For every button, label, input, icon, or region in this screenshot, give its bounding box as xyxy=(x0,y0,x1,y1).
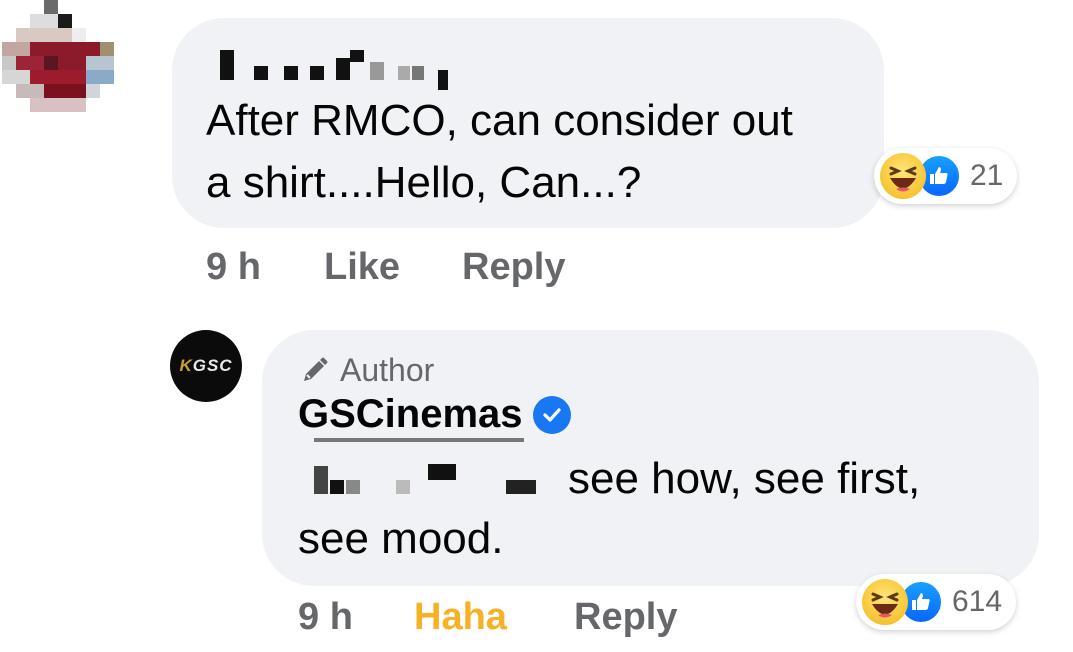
haha-reaction-icon xyxy=(862,579,908,625)
comment-text-line1: After RMCO, can consider out xyxy=(206,96,793,145)
like-link[interactable]: Like xyxy=(324,246,400,289)
commenter-name-redacted[interactable] xyxy=(220,50,450,90)
comment-text-line2: a shirt....Hello, Can...? xyxy=(206,158,642,207)
tagged-name-redacted[interactable] xyxy=(290,436,560,502)
author-badge: Author xyxy=(298,352,434,389)
verified-badge-icon xyxy=(532,395,571,434)
author-name[interactable]: GSCinemas xyxy=(298,392,571,437)
reply-text-line1: see how, see first, xyxy=(568,454,921,503)
author-label: Author xyxy=(340,352,435,388)
reaction-count: 21 xyxy=(970,159,1004,192)
reply-timestamp[interactable]: 9 h xyxy=(298,596,353,639)
gsc-avatar[interactable]: KGSC xyxy=(170,330,242,402)
reply-link[interactable]: Reply xyxy=(462,246,565,289)
pencil-icon xyxy=(304,357,328,381)
reaction-summary[interactable]: 21 xyxy=(874,148,1018,204)
haha-reaction-icon xyxy=(880,153,926,199)
comment-timestamp[interactable]: 9 h xyxy=(206,246,261,289)
comment-text: After RMCO, can consider out a shirt....… xyxy=(206,90,866,214)
reaction-count: 614 xyxy=(952,585,1003,618)
commenter-avatar[interactable] xyxy=(0,0,118,118)
reply-reaction-summary[interactable]: 614 xyxy=(856,574,1017,630)
author-name-text[interactable]: GSCinemas xyxy=(298,392,523,437)
gsc-logo: KGSC xyxy=(179,356,233,375)
reply-link[interactable]: Reply xyxy=(574,596,677,639)
reply-text-line2: see mood. xyxy=(298,514,504,563)
haha-reaction-link[interactable]: Haha xyxy=(414,596,507,639)
